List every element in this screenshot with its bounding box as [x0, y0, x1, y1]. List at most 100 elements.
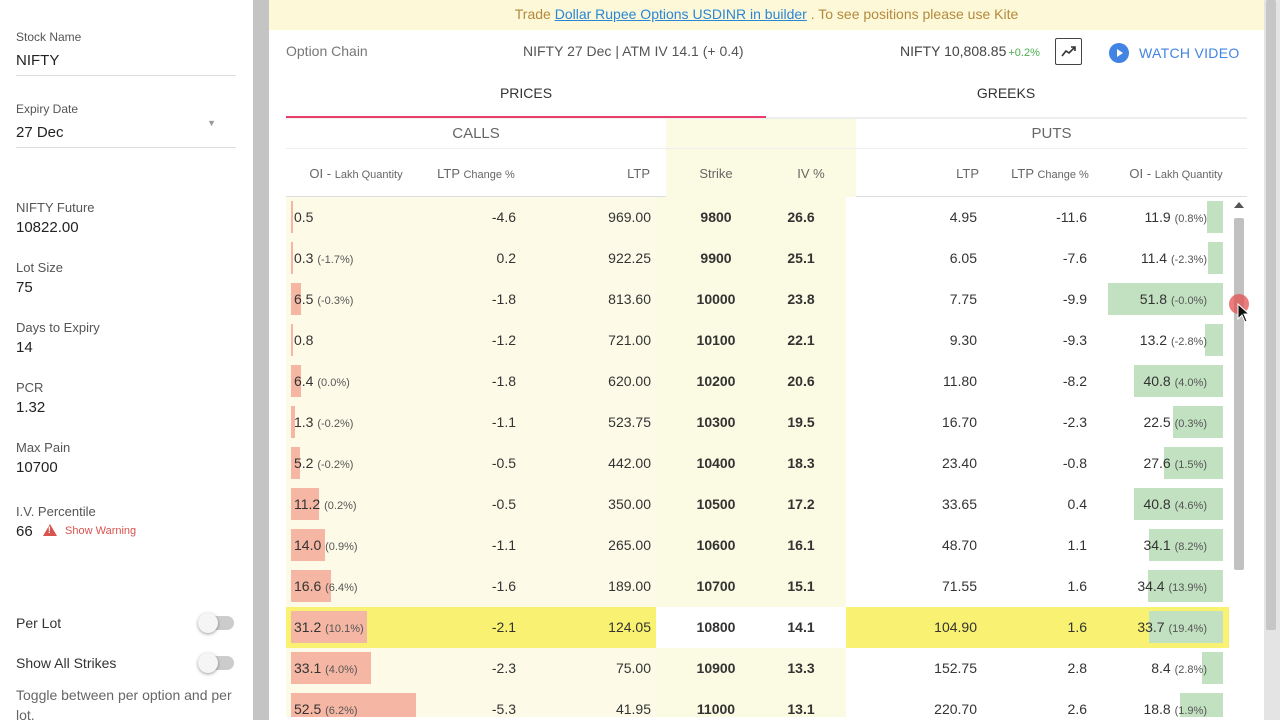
show-all-strikes-toggle[interactable] [198, 653, 234, 673]
expiry-date-value[interactable]: 27 Dec [16, 124, 236, 141]
days-value: 14 [16, 339, 33, 356]
watch-video-link[interactable]: WATCH VIDEO [1139, 45, 1240, 61]
per-lot-toggle[interactable] [198, 613, 234, 633]
ce-oi-value: 6.5 [294, 291, 314, 307]
table-row[interactable]: 14.0 (0.9%) -1.1 265.00 10600 16.1 48.70 1.1 34… [286, 525, 1229, 566]
scrollbar-thumb[interactable] [1234, 218, 1244, 570]
pe-ltp-cell[interactable]: 6.05 [846, 238, 977, 279]
pe-oi-change: (2.8%) [1174, 664, 1207, 676]
pe-ltp-cell[interactable]: 104.90 [846, 607, 977, 648]
iv-cell: 13.1 [787, 701, 815, 717]
table-row[interactable]: 31.2 (10.1%) -2.1 124.05 10800 14.1 104.90 1.6… [286, 607, 1229, 648]
index-change: +0.2% [1008, 47, 1040, 59]
pe-ltp-change-cell: 2.6 [1067, 701, 1087, 717]
pe-ltp-header[interactable]: LTP [856, 149, 979, 198]
banner-suffix: . To see positions please use Kite [806, 6, 1019, 22]
table-row[interactable]: 52.5 (6.2%) -5.3 41.95 11000 13.1 220.70 2.6 18… [286, 689, 1229, 717]
lot-size-label: Lot Size [16, 260, 63, 275]
warning-icon[interactable] [42, 524, 57, 536]
ce-ltp-cell[interactable]: 721.00 [526, 320, 651, 361]
ce-ltp-cell[interactable]: 969.00 [526, 197, 651, 238]
pe-ltp-cell[interactable]: 152.75 [846, 648, 977, 689]
table-row[interactable]: 0.8 -1.2 721.00 10100 22.1 9.30 -9.3 13.2 (-2.… [286, 320, 1229, 361]
tab-greeks[interactable]: GREEKS [766, 74, 1246, 118]
toggle-knob[interactable] [198, 613, 218, 633]
usdinr-builder-link[interactable]: Dollar Rupee Options USDINR in builder [555, 6, 807, 22]
pe-oi-value: 8.4 [1151, 660, 1171, 676]
toggle-knob[interactable] [198, 653, 218, 673]
iv-header[interactable]: IV % [766, 149, 856, 198]
table-row[interactable]: 1.3 (-0.2%) -1.1 523.75 10300 19.5 16.70 -2.3 2… [286, 402, 1229, 443]
strike-cell: 9800 [700, 209, 732, 225]
table-row[interactable]: 16.6 (6.4%) -1.6 189.00 10700 15.1 71.55 1.6 34… [286, 566, 1229, 607]
pe-ltp-cell[interactable]: 71.55 [846, 566, 977, 607]
ce-ltp-cell[interactable]: 442.00 [526, 443, 651, 484]
table-row[interactable]: 5.2 (-0.2%) -0.5 442.00 10400 18.3 23.40 -0.8 2… [286, 443, 1229, 484]
ce-ltp-cell[interactable]: 41.95 [526, 689, 651, 717]
ce-oi-cell: 31.2 (10.1%) [294, 607, 364, 650]
table-row[interactable]: 6.4 (0.0%) -1.8 620.00 10200 20.6 11.80 -8.2 40… [286, 361, 1229, 402]
ce-ltp-cell[interactable]: 124.05 [526, 607, 651, 648]
pcr-label: PCR [16, 380, 44, 395]
pe-oi-header[interactable]: OI - Lakh Quantity [1105, 149, 1247, 198]
pe-oi-change: (0.3%) [1174, 418, 1207, 430]
ce-ltp-cell[interactable]: 189.00 [526, 566, 651, 607]
ce-oi-header[interactable]: OI - Lakh Quantity [286, 149, 426, 198]
pe-ltp-cell[interactable]: 23.40 [846, 443, 977, 484]
tab-prices[interactable]: PRICES [286, 74, 766, 118]
ce-ltp-cell[interactable]: 523.75 [526, 402, 651, 443]
strike-cell: 10900 [696, 660, 736, 676]
pe-oi-value: 40.8 [1143, 496, 1171, 512]
chart-button[interactable] [1055, 38, 1082, 65]
scroll-up-icon[interactable] [1234, 202, 1244, 208]
table-scrollbar[interactable] [1233, 200, 1245, 720]
iv-cell: 22.1 [787, 332, 815, 348]
table-row[interactable]: 0.3 (-1.7%) 0.2 922.25 9900 25.1 6.05 -7.6 11.4… [286, 238, 1229, 279]
pe-ltp-change-header[interactable]: LTP Change % [995, 149, 1105, 198]
pe-ltp-cell[interactable]: 4.95 [846, 197, 977, 238]
future-value: 10822.00 [16, 219, 79, 236]
pe-ltp-cell[interactable]: 48.70 [846, 525, 977, 566]
column-header-row: OI - Lakh Quantity LTP Change % LTP Stri… [286, 148, 1247, 198]
play-icon[interactable] [1109, 43, 1129, 63]
pe-oi-cell: 18.8 (1.9%) [1143, 689, 1207, 717]
ce-ltp-cell[interactable]: 922.25 [526, 238, 651, 279]
ce-ltp-cell[interactable]: 620.00 [526, 361, 651, 402]
pe-ltp-cell[interactable]: 9.30 [846, 320, 977, 361]
ce-oi-bar [291, 242, 293, 274]
pcr-stat: PCR 1.32 [16, 380, 236, 416]
ce-ltp-cell[interactable]: 75.00 [526, 648, 651, 689]
pe-oi-cell: 40.8 (4.0%) [1143, 361, 1207, 404]
expiry-date-select[interactable]: Expiry Date 27 Dec ▼ [16, 102, 236, 148]
table-row[interactable]: 6.5 (-0.3%) -1.8 813.60 10000 23.8 7.75 -9.9 51… [286, 279, 1229, 320]
page-scrollbar-thumb[interactable] [1266, 0, 1276, 630]
ce-ltp-change-header[interactable]: LTP Change % [426, 149, 526, 198]
ce-ltp-cell[interactable]: 265.00 [526, 525, 651, 566]
pe-ltp-cell[interactable]: 11.80 [846, 361, 977, 402]
ce-ltp-change-cell: -5.3 [491, 701, 516, 717]
table-row[interactable]: 0.5 -4.6 969.00 9800 26.6 4.95 -11.6 11.9 (0.8… [286, 197, 1229, 238]
strike-header[interactable]: Strike [666, 149, 766, 198]
chevron-down-icon[interactable]: ▼ [207, 118, 216, 128]
show-warning-link[interactable]: Show Warning [65, 525, 136, 537]
pe-oi-cell: 51.8 (-0.0%) [1140, 279, 1207, 322]
pe-oi-bar [1208, 242, 1223, 274]
ce-ltp-cell[interactable]: 813.60 [526, 279, 651, 320]
ce-oi-bar [291, 201, 293, 233]
stock-name-field[interactable]: Stock Name NIFTY [16, 30, 236, 76]
ce-ltp-header[interactable]: LTP [526, 149, 650, 198]
table-row[interactable]: 33.1 (4.0%) -2.3 75.00 10900 13.3 152.75 2.8 8.… [286, 648, 1229, 689]
sidebar: Stock Name NIFTY Expiry Date 27 Dec ▼ NI… [0, 0, 253, 723]
pe-ltp-cell[interactable]: 7.75 [846, 279, 977, 320]
max-pain-stat: Max Pain 10700 [16, 440, 236, 476]
ce-ltp-cell[interactable]: 350.00 [526, 484, 651, 525]
table-row[interactable]: 11.2 (0.2%) -0.5 350.00 10500 17.2 33.65 0.4 40… [286, 484, 1229, 525]
pe-ltp-cell[interactable]: 16.70 [846, 402, 977, 443]
pe-ltp-cell[interactable]: 220.70 [846, 689, 977, 717]
pe-oi-change: (1.5%) [1174, 459, 1207, 471]
pe-ltp-change-cell: -8.2 [1062, 373, 1087, 389]
days-to-expiry-stat: Days to Expiry 14 [16, 320, 236, 356]
stock-name-value[interactable]: NIFTY [16, 52, 236, 69]
chain-tabs: PRICES GREEKS [286, 74, 1247, 118]
pe-ltp-cell[interactable]: 33.65 [846, 484, 977, 525]
